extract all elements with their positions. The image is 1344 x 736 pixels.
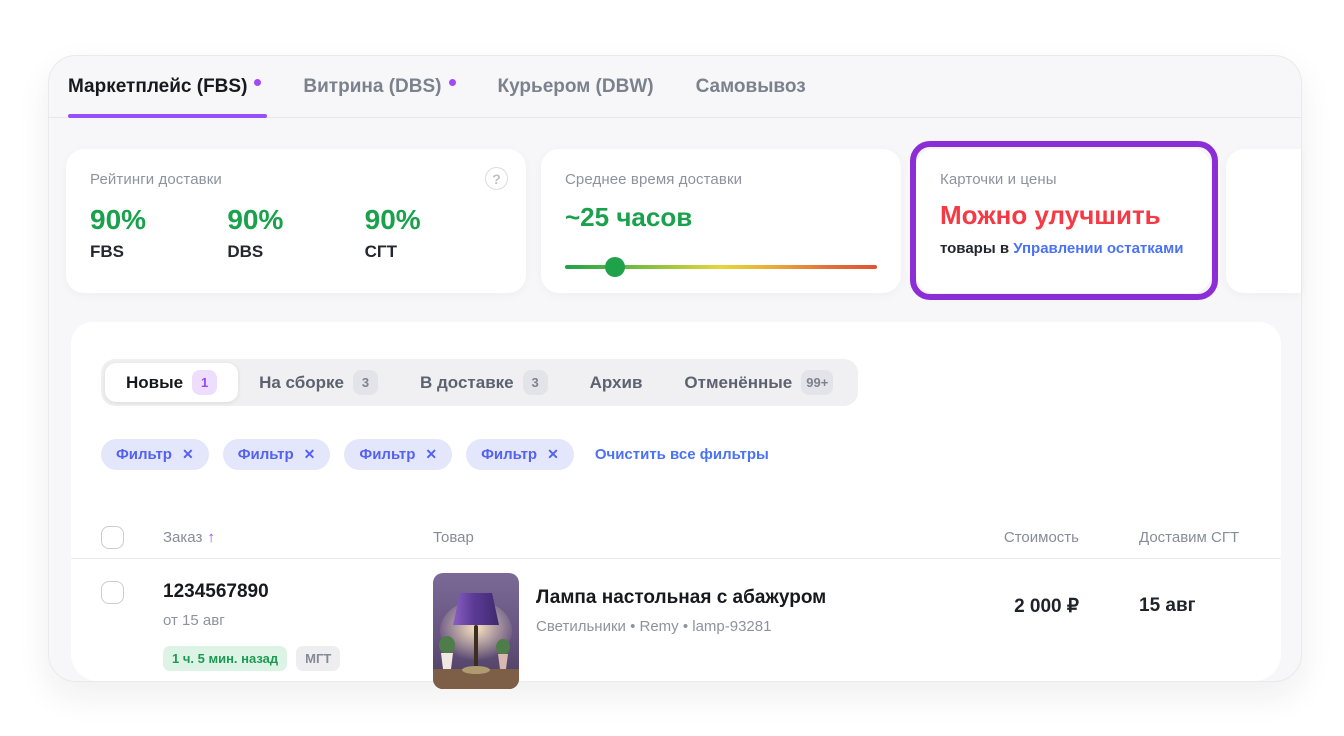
improvement-status: Можно улучшить bbox=[940, 200, 1187, 231]
improvement-note: товары в Управлении остатками bbox=[940, 240, 1187, 257]
filter-chip-label: Фильтр bbox=[116, 446, 172, 463]
column-order-label: Заказ bbox=[163, 529, 202, 546]
tab-pickup[interactable]: Самовывоз bbox=[696, 56, 806, 117]
ratings-stats: 90% FBS 90% DBS 90% СГТ bbox=[90, 204, 502, 262]
remove-filter-icon[interactable]: ✕ bbox=[425, 446, 437, 463]
notification-dot-icon bbox=[254, 79, 261, 86]
filters-row: Фильтр ✕ Фильтр ✕ Фильтр ✕ Фильтр ✕ Очис… bbox=[101, 439, 1269, 470]
card-title: Рейтинги доставки bbox=[90, 171, 502, 188]
table-row[interactable]: 1234567890 от 15 авг 1 ч. 5 мин. назад М… bbox=[101, 559, 1269, 689]
filter-chip-label: Фильтр bbox=[238, 446, 294, 463]
segment-label: Архив bbox=[590, 373, 643, 393]
segment-count-badge: 3 bbox=[523, 370, 548, 395]
seller-dashboard-panel: Маркетплейс (FBS) Витрина (DBS) Курьером… bbox=[48, 55, 1302, 682]
segment-label: В доставке bbox=[420, 373, 514, 393]
rating-fbs: 90% FBS bbox=[90, 204, 227, 262]
sort-ascending-icon[interactable]: ↑ bbox=[207, 529, 215, 546]
rating-value: 90% bbox=[90, 204, 227, 236]
tab-courier-dbw[interactable]: Курьером (DBW) bbox=[498, 56, 654, 117]
delivery-time-value: ~25 часов bbox=[565, 202, 877, 233]
rating-label: СГТ bbox=[365, 242, 502, 262]
delivery-ratings-card: Рейтинги доставки ? 90% FBS 90% DBS 90% … bbox=[66, 149, 526, 293]
order-price: 2 000 ₽ bbox=[919, 595, 1079, 618]
stat-cards-row: Рейтинги доставки ? 90% FBS 90% DBS 90% … bbox=[66, 149, 1301, 293]
row-checkbox[interactable] bbox=[101, 581, 124, 604]
column-order[interactable]: Заказ ↑ bbox=[163, 529, 433, 546]
rating-value: 90% bbox=[365, 204, 502, 236]
segment-in-delivery[interactable]: В доставке 3 bbox=[399, 363, 569, 402]
rating-dbs: 90% DBS bbox=[227, 204, 364, 262]
segment-count-badge: 3 bbox=[353, 370, 378, 395]
time-ago-badge: 1 ч. 5 мин. назад bbox=[163, 646, 287, 671]
filter-chip[interactable]: Фильтр ✕ bbox=[344, 439, 452, 470]
product-meta: Светильники • Remy • lamp-93281 bbox=[536, 618, 826, 635]
order-number[interactable]: 1234567890 bbox=[163, 581, 433, 603]
column-product: Товар bbox=[433, 529, 919, 546]
tab-label: Курьером (DBW) bbox=[498, 76, 654, 98]
card-title: Среднее время доставки bbox=[565, 171, 877, 188]
product-image bbox=[433, 573, 519, 689]
filter-chip-label: Фильтр bbox=[481, 446, 537, 463]
notification-dot-icon bbox=[449, 79, 456, 86]
filter-chip[interactable]: Фильтр ✕ bbox=[223, 439, 331, 470]
column-delivery: Доставим СГТ bbox=[1079, 529, 1269, 546]
segment-count-badge: 1 bbox=[192, 370, 217, 395]
remove-filter-icon[interactable]: ✕ bbox=[304, 446, 316, 463]
segment-new[interactable]: Новые 1 bbox=[105, 363, 238, 402]
rating-label: DBS bbox=[227, 242, 364, 262]
note-prefix: товары в bbox=[940, 240, 1013, 257]
card-title: Карточки и цены bbox=[940, 171, 1187, 188]
orders-table-header: Заказ ↑ Товар Стоимость Доставим СГТ bbox=[101, 516, 1269, 558]
cards-and-prices-card: Карточки и цены Можно улучшить товары в … bbox=[916, 149, 1211, 293]
remove-filter-icon[interactable]: ✕ bbox=[547, 446, 559, 463]
tab-label: Самовывоз bbox=[696, 76, 806, 98]
delivery-time-gauge bbox=[565, 257, 877, 277]
product-cell: Лампа настольная с абажуром Светильники … bbox=[433, 573, 919, 689]
product-title[interactable]: Лампа настольная с абажуром bbox=[536, 587, 826, 609]
delivery-date: 15 авг bbox=[1079, 595, 1269, 617]
tab-vitrina-dbs[interactable]: Витрина (DBS) bbox=[303, 56, 455, 117]
segment-cancelled[interactable]: Отменённые 99+ bbox=[663, 363, 854, 402]
product-text: Лампа настольная с абажуром Светильники … bbox=[536, 573, 826, 689]
segment-label: Новые bbox=[126, 373, 183, 393]
gauge-knob bbox=[605, 257, 625, 277]
header-checkbox-cell bbox=[101, 526, 163, 549]
partial-card bbox=[1226, 149, 1301, 293]
segment-archive[interactable]: Архив bbox=[569, 363, 664, 402]
rating-sgt: 90% СГТ bbox=[365, 204, 502, 262]
filter-chip[interactable]: Фильтр ✕ bbox=[466, 439, 574, 470]
segment-label: Отменённые bbox=[684, 373, 792, 393]
rating-label: FBS bbox=[90, 242, 227, 262]
filter-chip-label: Фильтр bbox=[359, 446, 415, 463]
tab-label: Маркетплейс (FBS) bbox=[68, 76, 247, 98]
order-date: от 15 авг bbox=[163, 612, 433, 629]
order-badges: 1 ч. 5 мин. назад МГТ bbox=[163, 646, 433, 671]
rating-value: 90% bbox=[227, 204, 364, 236]
segment-label: На сборке bbox=[259, 373, 344, 393]
segment-count-badge: 99+ bbox=[801, 370, 833, 395]
tab-marketplace-fbs[interactable]: Маркетплейс (FBS) bbox=[68, 56, 261, 117]
segment-assembling[interactable]: На сборке 3 bbox=[238, 363, 399, 402]
select-all-checkbox[interactable] bbox=[101, 526, 124, 549]
row-checkbox-cell bbox=[101, 581, 163, 604]
remove-filter-icon[interactable]: ✕ bbox=[182, 446, 194, 463]
stock-management-link[interactable]: Управлении остатками bbox=[1013, 240, 1183, 257]
avg-delivery-time-card: Среднее время доставки ~25 часов bbox=[541, 149, 901, 293]
mgt-badge: МГТ bbox=[296, 646, 340, 671]
order-status-segmented-control: Новые 1 На сборке 3 В доставке 3 Архив О… bbox=[101, 359, 858, 406]
column-price: Стоимость bbox=[919, 529, 1079, 546]
filter-chip[interactable]: Фильтр ✕ bbox=[101, 439, 209, 470]
help-question-icon[interactable]: ? bbox=[485, 167, 508, 190]
clear-all-filters-link[interactable]: Очистить все фильтры bbox=[595, 446, 769, 463]
delivery-model-tabs: Маркетплейс (FBS) Витрина (DBS) Курьером… bbox=[49, 56, 1301, 118]
tab-label: Витрина (DBS) bbox=[303, 76, 441, 98]
orders-panel: Новые 1 На сборке 3 В доставке 3 Архив О… bbox=[71, 322, 1281, 681]
order-cell: 1234567890 от 15 авг 1 ч. 5 мин. назад М… bbox=[163, 581, 433, 671]
